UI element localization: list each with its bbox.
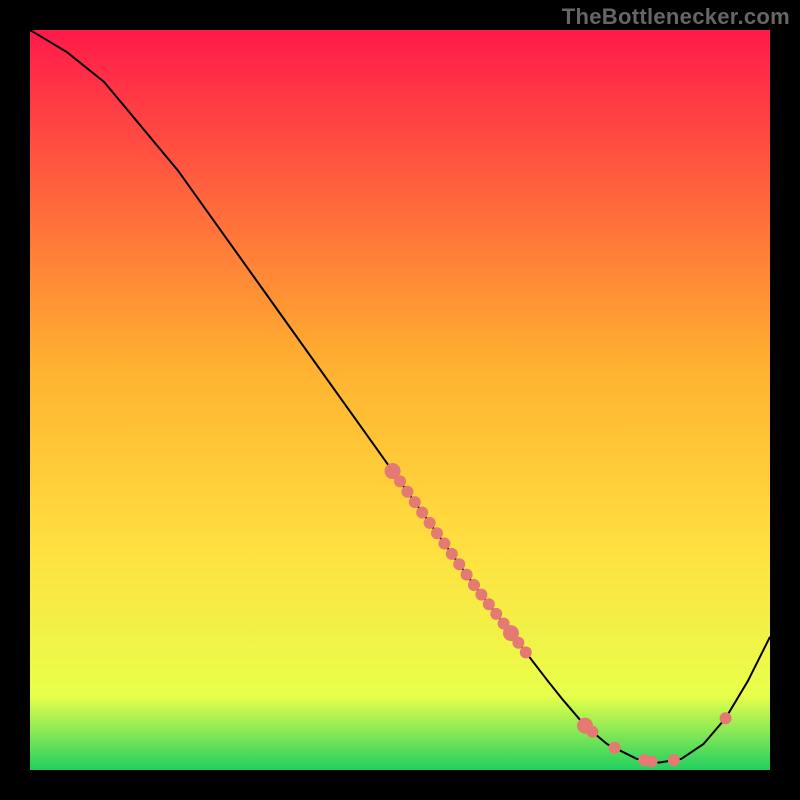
data-point [446,548,458,560]
data-point [438,538,450,550]
data-point [409,496,421,508]
outer-frame: TheBottlenecker.com [0,0,800,800]
data-point [512,637,524,649]
data-point [586,726,598,738]
data-point [668,754,680,766]
data-point [475,589,487,601]
data-point [401,486,413,498]
data-point [468,579,480,591]
watermark-text: TheBottlenecker.com [562,4,790,30]
gradient-background [30,30,770,770]
data-point [453,558,465,570]
data-point [461,569,473,581]
bottleneck-chart [30,30,770,770]
data-point [431,527,443,539]
data-point [490,608,502,620]
data-point [609,742,621,754]
data-point [720,712,732,724]
data-point [646,755,658,767]
data-point [520,646,532,658]
data-point [483,598,495,610]
data-point [424,517,436,529]
data-point [416,506,428,518]
data-point [394,475,406,487]
